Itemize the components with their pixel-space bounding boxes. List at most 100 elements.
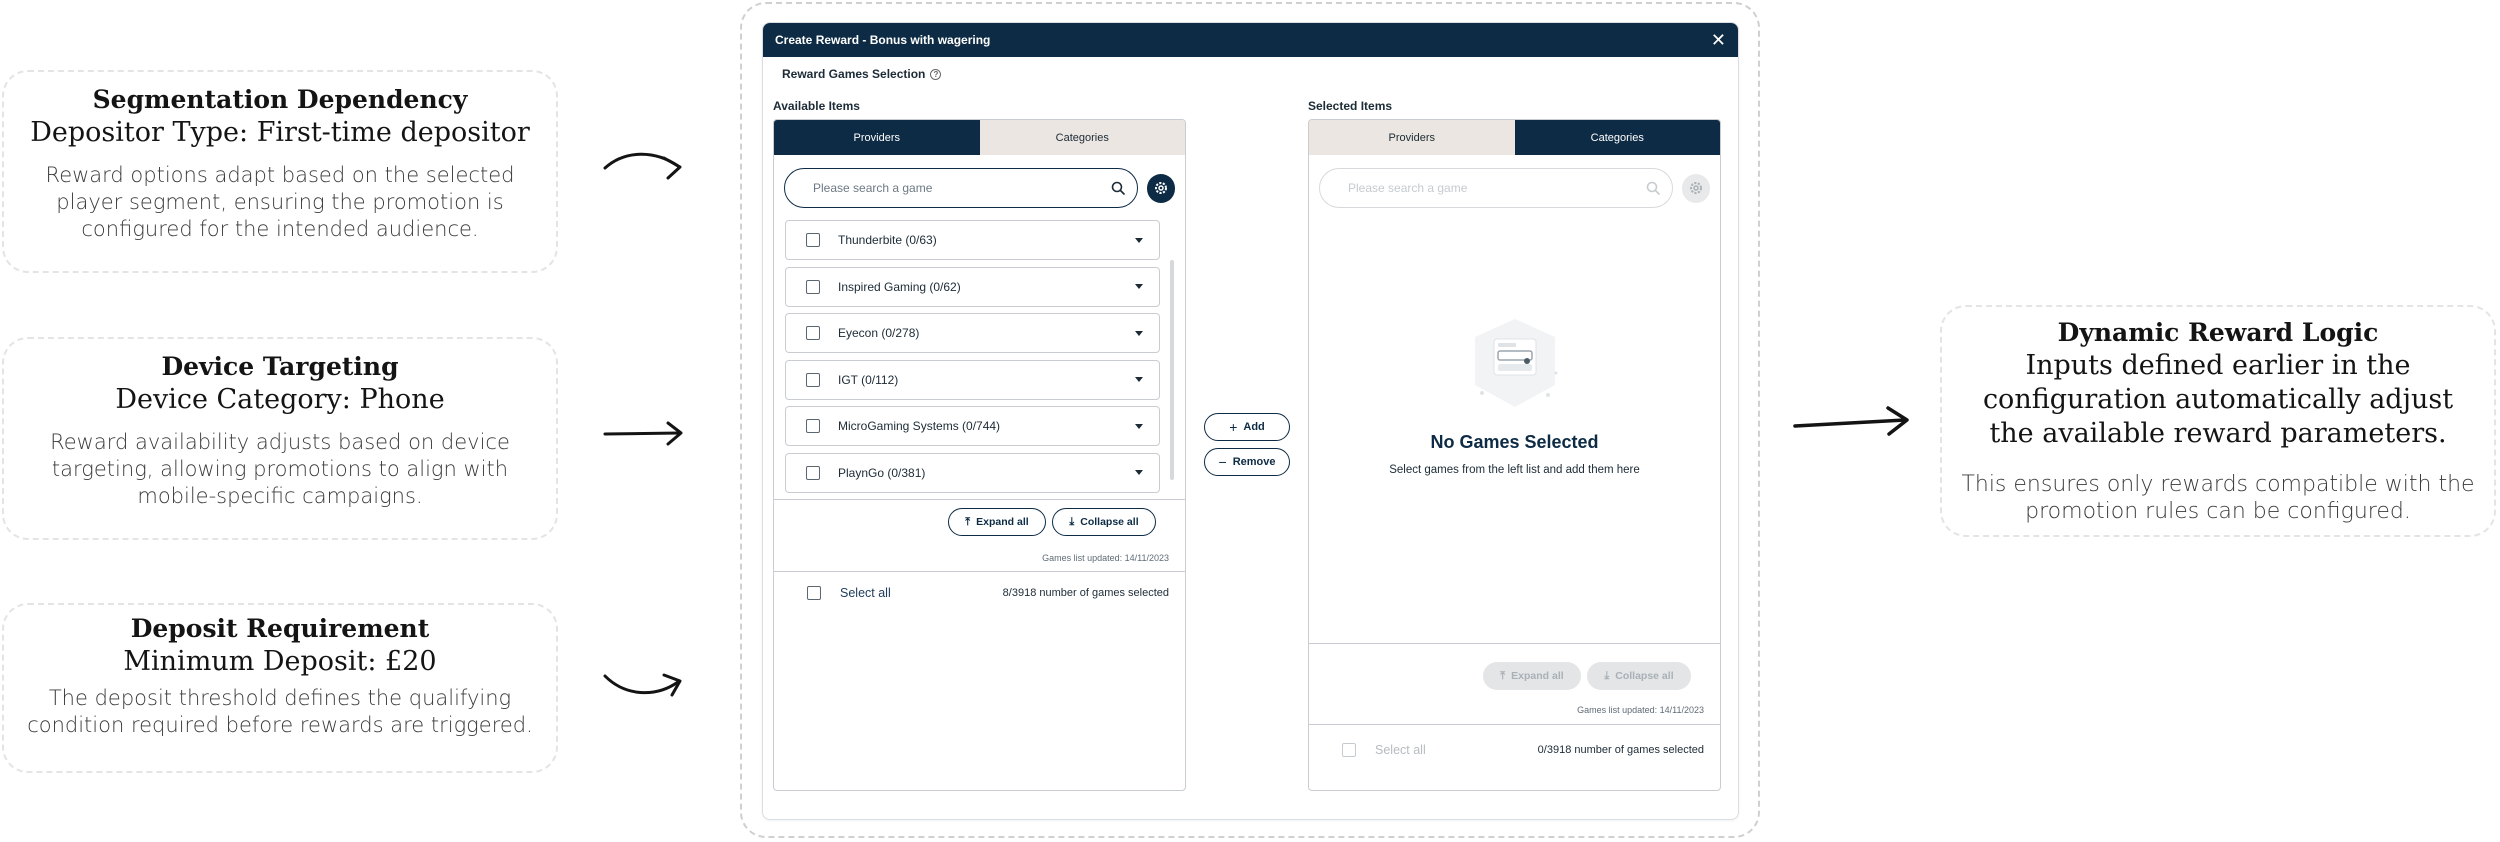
select-all-row: Select all 8/3918 number of games select… [774, 574, 1185, 612]
provider-label: Thunderbite (0/63) [838, 233, 937, 247]
annotation-title: Deposit Requirement [130, 614, 430, 643]
provider-label: MicroGaming Systems (0/744) [838, 419, 1001, 434]
select-all-checkbox[interactable] [1342, 743, 1356, 757]
annotation-card-dynamic-logic: Dynamic Reward Logic Inputs defined earl… [1940, 305, 2496, 537]
empty-box-illustration-icon [1474, 319, 1557, 407]
empty-state-description: Select games from the left list and add … [1389, 464, 1640, 476]
upload-icon: ⤒ [1500, 669, 1506, 682]
available-items-panel: Providers Categories Thunderbite (0/63) I… [773, 119, 1186, 791]
modal-title: Create Reward - Bonus with wagering [775, 33, 991, 47]
annotation-body: Reward options adapt based on the select… [45, 163, 515, 241]
search-icon [1646, 181, 1660, 195]
select-all-checkbox[interactable] [807, 586, 821, 600]
divider [1309, 643, 1720, 644]
selected-count: 8/3918 number of games selected [1002, 587, 1169, 599]
remove-label: Remove [1232, 456, 1276, 468]
annotation-subtitle: Minimum Deposit: £20 [123, 646, 437, 677]
plus-icon: + [1229, 419, 1238, 435]
annotation-body: Reward availability adjusts based on dev… [50, 430, 510, 508]
selected-items-panel: Providers Categories Please search a gam… [1308, 119, 1721, 791]
search-icon[interactable] [1111, 181, 1125, 195]
search-input[interactable] [1346, 180, 1646, 196]
empty-state-title: No Games Selected [1430, 432, 1599, 452]
chevron-down-icon[interactable] [1135, 284, 1143, 290]
collapse-all-button[interactable]: ⤓ Collapse all [1052, 508, 1156, 536]
arrow-right-icon [603, 421, 683, 446]
section-label-text: Reward Games Selection [782, 67, 926, 81]
provider-checkbox[interactable] [806, 279, 820, 294]
annotation-title: Dynamic Reward Logic [2057, 318, 2379, 347]
provider-label: PlaynGo (0/381) [838, 465, 926, 480]
arrow-right-icon [1793, 406, 1909, 436]
annotation-card-deposit: Deposit Requirement Minimum Deposit: £20… [2, 603, 558, 773]
chevron-down-icon[interactable] [1135, 470, 1143, 476]
section-label: Reward Games Selection ? [782, 67, 942, 81]
provider-checkbox[interactable] [806, 419, 820, 434]
divider [1309, 724, 1720, 725]
add-label: Add [1243, 421, 1265, 433]
annotation-title: Device Targeting [161, 352, 399, 381]
help-icon[interactable]: ? [930, 68, 942, 80]
provider-checkbox[interactable] [806, 233, 820, 247]
annotation-card-segmentation: Segmentation Dependency Depositor Type: … [2, 70, 558, 273]
provider-row[interactable]: Eyecon (0/278) [785, 313, 1160, 354]
provider-row[interactable]: PlaynGo (0/381) [785, 452, 1160, 493]
chevron-down-icon[interactable] [1135, 423, 1143, 429]
selected-count: 0/3918 number of games selected [1537, 744, 1704, 756]
provider-label: IGT (0/112) [838, 372, 899, 387]
available-items-label: Available Items [773, 99, 860, 113]
select-all-label[interactable]: Select all [1375, 743, 1538, 757]
tab-providers[interactable]: Providers [1309, 120, 1515, 155]
provider-row[interactable]: Thunderbite (0/63) [785, 220, 1160, 260]
curved-arrow-icon [603, 152, 682, 180]
download-icon: ⤓ [1604, 669, 1610, 682]
expand-all-button[interactable]: ⤒ Expand all [1483, 662, 1581, 690]
list-scrollbar[interactable] [1170, 260, 1174, 480]
provider-row[interactable]: MicroGaming Systems (0/744) [785, 406, 1160, 447]
modal-header: Create Reward - Bonus with wagering ✕ [763, 23, 1738, 57]
settings-button[interactable] [1146, 173, 1175, 203]
provider-row[interactable]: IGT (0/112) [785, 359, 1160, 400]
settings-button[interactable] [1681, 173, 1710, 203]
add-button[interactable]: + Add [1204, 413, 1290, 441]
tab-categories[interactable]: Categories [1514, 120, 1720, 155]
close-icon[interactable]: ✕ [1711, 31, 1726, 49]
chevron-down-icon[interactable] [1135, 237, 1143, 243]
gear-icon [1689, 182, 1702, 194]
collapse-all-button[interactable]: ⤓ Collapse all [1587, 662, 1691, 690]
annotation-card-device: Device Targeting Device Category: Phone … [2, 337, 558, 540]
download-icon: ⤓ [1069, 515, 1075, 528]
create-reward-modal: Create Reward - Bonus with wagering ✕ Re… [762, 22, 1739, 820]
tab-categories[interactable]: Categories [979, 120, 1185, 155]
annotation-subtitle: Inputs defined earlier in the configurat… [1982, 350, 2454, 449]
expand-all-label: Expand all [976, 516, 1029, 528]
divider [774, 499, 1185, 500]
provider-checkbox[interactable] [806, 372, 820, 387]
provider-row[interactable]: Inspired Gaming (0/62) [785, 266, 1160, 307]
annotation-subtitle: Depositor Type: First-time depositor [30, 117, 530, 148]
collapse-all-label: Collapse all [1615, 670, 1674, 682]
provider-checkbox[interactable] [806, 465, 820, 480]
search-input[interactable] [811, 180, 1111, 196]
chevron-down-icon[interactable] [1135, 330, 1143, 336]
minus-icon: − [1218, 454, 1227, 470]
chevron-down-icon[interactable] [1135, 377, 1143, 383]
remove-button[interactable]: − Remove [1204, 448, 1290, 476]
upload-icon: ⤒ [965, 515, 971, 528]
tab-bar: Providers Categories [774, 120, 1185, 155]
gear-icon [1154, 182, 1167, 194]
tab-providers[interactable]: Providers [774, 120, 980, 155]
empty-state: No Games Selected Select games from the … [1309, 315, 1720, 476]
search-box [1319, 168, 1673, 208]
expand-all-button[interactable]: ⤒ Expand all [948, 508, 1046, 536]
search-row [1319, 168, 1710, 208]
divider [774, 571, 1185, 572]
search-row [784, 168, 1175, 208]
annotation-title: Segmentation Dependency [92, 85, 468, 114]
provider-list: Thunderbite (0/63) Inspired Gaming (0/62)… [785, 220, 1160, 497]
games-list-updated: Games list updated: 14/11/2023 [1042, 553, 1169, 563]
select-all-label[interactable]: Select all [840, 586, 1003, 600]
provider-checkbox[interactable] [806, 326, 820, 341]
selected-items-label: Selected Items [1308, 99, 1393, 113]
expand-all-label: Expand all [1511, 670, 1564, 682]
